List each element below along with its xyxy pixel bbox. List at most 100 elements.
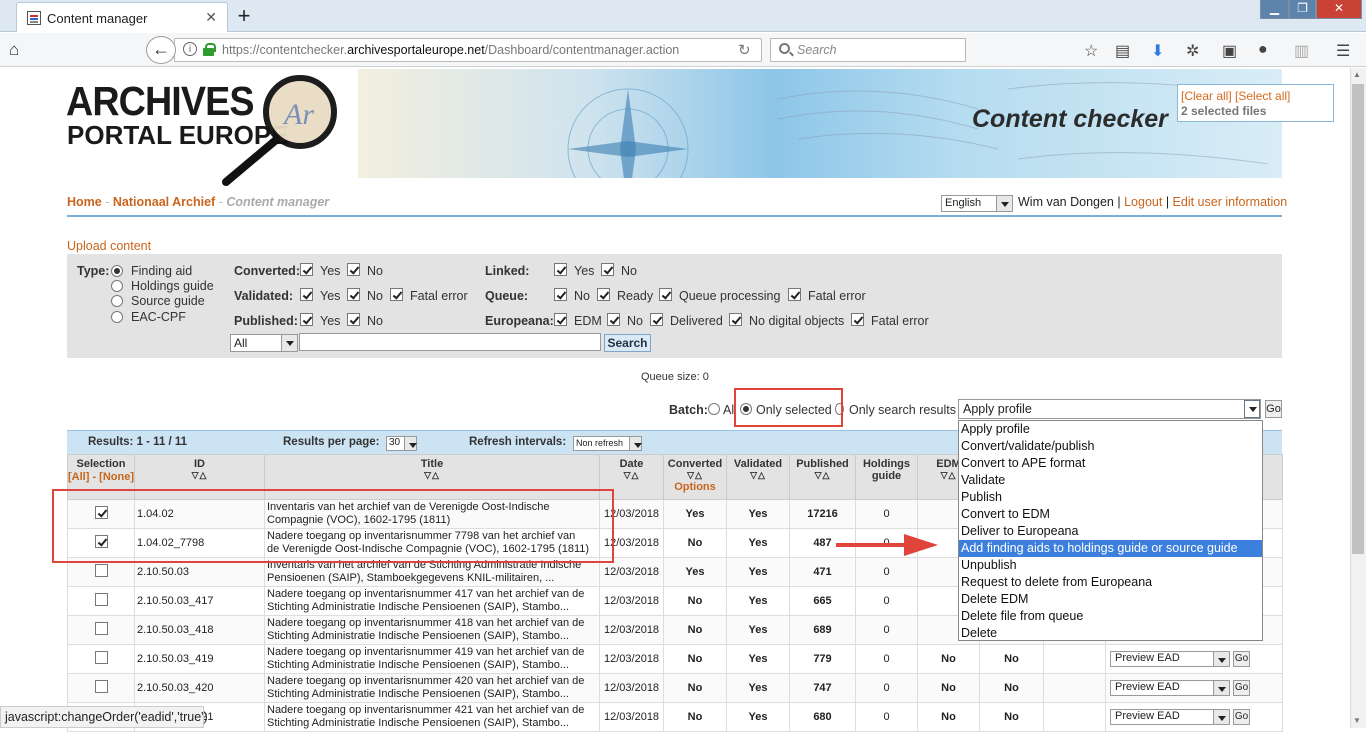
col-converted[interactable]: Converted ▽△ Options bbox=[663, 454, 727, 500]
bookmark-star-icon[interactable]: ☆ bbox=[1084, 41, 1098, 61]
row-select-checkbox[interactable] bbox=[94, 651, 108, 664]
dropdown-option[interactable]: Validate bbox=[959, 472, 1262, 489]
dropdown-option[interactable]: Delete bbox=[959, 625, 1262, 642]
validated-no-checkbox[interactable] bbox=[347, 288, 360, 301]
queue-ready-checkbox[interactable] bbox=[597, 288, 610, 301]
browser-search-input[interactable]: Search bbox=[770, 38, 966, 62]
archives-portal-europe-logo[interactable]: ARCHIVES PORTAL EUROPE Ar bbox=[66, 70, 358, 188]
search-scope-select[interactable]: All bbox=[230, 334, 298, 352]
sidebar-icon[interactable]: ▣ bbox=[1222, 41, 1237, 61]
title-cell[interactable]: Nadere toegang op inventarisnummer 418 v… bbox=[264, 615, 600, 645]
dropdown-option[interactable]: Convert/validate/publish bbox=[959, 438, 1262, 455]
dropdown-option[interactable]: Deliver to Europeana bbox=[959, 523, 1262, 540]
url-bar[interactable]: i https://contentchecker.archivesportale… bbox=[174, 38, 762, 62]
dropdown-option[interactable]: Add finding aids to holdings guide or so… bbox=[959, 540, 1262, 557]
queue-no-checkbox[interactable] bbox=[554, 288, 567, 301]
preview-select[interactable]: Preview EAD bbox=[1110, 709, 1230, 725]
info-icon[interactable]: i bbox=[183, 42, 197, 56]
extension-icon[interactable]: ✲ bbox=[1186, 41, 1199, 61]
dropdown-option[interactable]: Delete file from queue bbox=[959, 608, 1262, 625]
select-all-none-links[interactable]: [All] - [None] bbox=[68, 471, 134, 483]
row-select-checkbox[interactable] bbox=[94, 622, 108, 635]
row-select-checkbox[interactable] bbox=[94, 680, 108, 693]
language-select[interactable]: English bbox=[941, 195, 1013, 212]
results-per-page-select[interactable]: 30 bbox=[386, 436, 417, 451]
dropdown-option[interactable]: Convert to EDM bbox=[959, 506, 1262, 523]
select-all-link[interactable]: [Select all] bbox=[1235, 89, 1290, 103]
back-button[interactable]: ← bbox=[146, 36, 176, 64]
preview-select[interactable]: Preview EAD bbox=[1110, 680, 1230, 696]
clear-all-link[interactable]: [Clear all] bbox=[1181, 89, 1232, 103]
batch-action-dropdown[interactable]: Apply profile Convert/validate/publish Con… bbox=[958, 420, 1263, 641]
dropdown-option[interactable]: Delete EDM bbox=[959, 591, 1262, 608]
sort-icon[interactable]: ▽△ bbox=[265, 470, 599, 481]
converted-yes-checkbox[interactable] bbox=[300, 263, 313, 276]
new-tab-button[interactable]: + bbox=[232, 3, 256, 29]
close-tab-icon[interactable]: ✕ bbox=[205, 9, 217, 26]
batch-all-radio[interactable] bbox=[708, 403, 720, 415]
row-select-checkbox[interactable] bbox=[94, 593, 108, 606]
col-validated[interactable]: Validated ▽△ bbox=[726, 454, 790, 500]
close-window-button[interactable]: ✕ bbox=[1316, 0, 1362, 19]
row-go-button[interactable]: Go bbox=[1233, 680, 1251, 696]
title-cell[interactable]: Nadere toegang op inventarisnummer 417 v… bbox=[264, 586, 600, 616]
reading-list-icon[interactable]: ▤ bbox=[1115, 41, 1130, 61]
restore-button[interactable]: ❐ bbox=[1289, 0, 1316, 19]
dropdown-option[interactable]: Apply profile bbox=[959, 421, 1262, 438]
europeana-edm-checkbox[interactable] bbox=[554, 313, 567, 326]
type-eac-cpf-radio[interactable] bbox=[111, 311, 123, 323]
row-go-button[interactable]: Go bbox=[1233, 709, 1251, 725]
breadcrumb-home[interactable]: Home bbox=[67, 195, 102, 209]
batch-action-select[interactable]: Apply profile bbox=[958, 399, 1261, 419]
download-icon[interactable]: ⬇ bbox=[1151, 41, 1164, 61]
europeana-fatal-error-checkbox[interactable] bbox=[851, 313, 864, 326]
published-yes-checkbox[interactable] bbox=[300, 313, 313, 326]
sort-icon[interactable]: ▽△ bbox=[135, 470, 264, 481]
scroll-down-icon[interactable]: ▼ bbox=[1353, 716, 1361, 725]
dropdown-option[interactable]: Convert to APE format bbox=[959, 455, 1262, 472]
addon-icon[interactable]: ● bbox=[1258, 41, 1268, 59]
title-cell[interactable]: Nadere toegang op inventarisnummer 419 v… bbox=[264, 644, 600, 674]
sort-icon[interactable]: ▽△ bbox=[727, 470, 789, 481]
europeana-no-checkbox[interactable] bbox=[607, 313, 620, 326]
row-go-button[interactable]: Go bbox=[1233, 651, 1251, 667]
preview-select[interactable]: Preview EAD bbox=[1110, 651, 1230, 667]
queue-processing-checkbox[interactable] bbox=[659, 288, 672, 301]
batch-go-button[interactable]: Go bbox=[1265, 400, 1282, 418]
search-button[interactable]: Search bbox=[604, 334, 651, 352]
title-cell[interactable]: Nadere toegang op inventarisnummer 421 v… bbox=[264, 702, 600, 732]
scrollbar-thumb[interactable] bbox=[1352, 84, 1364, 554]
type-finding-aid-radio[interactable] bbox=[111, 265, 123, 277]
sort-icon[interactable]: ▽△ bbox=[600, 470, 663, 481]
linked-yes-checkbox[interactable] bbox=[554, 263, 567, 276]
validated-yes-checkbox[interactable] bbox=[300, 288, 313, 301]
title-cell[interactable]: Nadere toegang op inventarisnummer 420 v… bbox=[264, 673, 600, 703]
sort-icon[interactable]: ▽△ bbox=[664, 470, 726, 481]
published-no-checkbox[interactable] bbox=[347, 313, 360, 326]
home-icon[interactable]: ⌂ bbox=[9, 40, 19, 60]
refresh-interval-select[interactable]: Non refresh bbox=[573, 436, 642, 451]
dropdown-option[interactable]: Unpublish bbox=[959, 557, 1262, 574]
search-input[interactable] bbox=[299, 333, 601, 351]
library-icon[interactable]: ▥ bbox=[1294, 41, 1309, 61]
type-source-guide-radio[interactable] bbox=[111, 295, 123, 307]
url-text[interactable]: https://contentchecker.archivesportaleur… bbox=[222, 43, 679, 57]
minimize-button[interactable]: ▁ bbox=[1260, 0, 1289, 19]
dropdown-option[interactable]: Request to delete from Europeana bbox=[959, 574, 1262, 591]
queue-fatal-error-checkbox[interactable] bbox=[788, 288, 801, 301]
reload-icon[interactable]: ↻ bbox=[738, 41, 751, 59]
scroll-up-icon[interactable]: ▲ bbox=[1353, 70, 1361, 79]
logout-link[interactable]: Logout bbox=[1124, 195, 1162, 209]
sort-icon[interactable]: ▽△ bbox=[790, 470, 855, 481]
edit-user-link[interactable]: Edit user information bbox=[1173, 195, 1288, 209]
breadcrumb-archive[interactable]: Nationaal Archief bbox=[113, 195, 215, 209]
type-holdings-guide-radio[interactable] bbox=[111, 280, 123, 292]
menu-icon[interactable]: ☰ bbox=[1336, 41, 1350, 61]
col-published[interactable]: Published ▽△ bbox=[789, 454, 856, 500]
europeana-no-digital-checkbox[interactable] bbox=[729, 313, 742, 326]
options-link[interactable]: Options bbox=[674, 481, 716, 493]
row-select-checkbox[interactable] bbox=[94, 564, 108, 577]
upload-content-link[interactable]: Upload content bbox=[67, 239, 151, 253]
europeana-delivered-checkbox[interactable] bbox=[650, 313, 663, 326]
linked-no-checkbox[interactable] bbox=[601, 263, 614, 276]
